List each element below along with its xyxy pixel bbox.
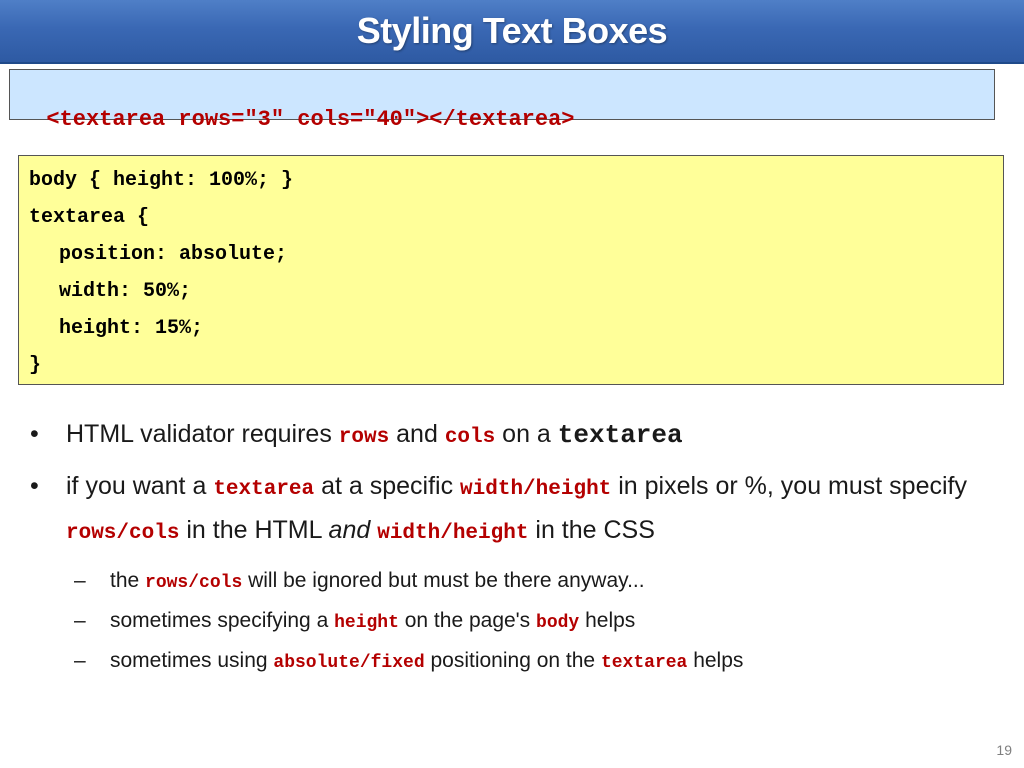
dash-icon: – (74, 569, 86, 592)
bullet-text: in pixels or %, you must specify (611, 472, 967, 500)
css-code-line: height: 15%; (59, 317, 204, 340)
bullet-text: HTML validator requires (66, 420, 339, 448)
sub-bullet-item: – the rows/cols will be ignored but must… (30, 562, 990, 602)
css-code-line: } (29, 354, 42, 377)
code-keyword: rows/cols (145, 573, 243, 593)
bullet-text: helps (687, 649, 744, 672)
bullet-text: and (389, 420, 445, 448)
bullet-text: helps (579, 609, 636, 632)
page-number: 19 (996, 742, 1012, 758)
code-keyword: height (334, 613, 399, 633)
dash-icon: – (74, 609, 86, 632)
sub-bullet-item: – sometimes using absolute/fixed positio… (30, 642, 990, 682)
bullet-dot-icon: • (30, 472, 39, 500)
bullet-text: if you want a (66, 472, 214, 500)
slide-title: Styling Text Boxes (356, 10, 668, 51)
html-code-line: <textarea rows="3" cols="40"></textarea> (46, 107, 575, 132)
css-code-line: position: absolute; (59, 243, 288, 266)
html-code-box: <textarea rows="3" cols="40"></textarea> (9, 69, 995, 132)
bullet-text: in the CSS (528, 516, 655, 544)
bullet-text: positioning on the (424, 649, 601, 672)
bullet-text: on a (495, 420, 558, 448)
code-keyword: textarea (213, 478, 315, 501)
bullet-text: will be ignored but must be there anyway… (242, 569, 645, 592)
code-keyword: width/height (377, 522, 529, 545)
code-keyword: rows/cols (66, 522, 180, 545)
bullet-list: • HTML validator requires rows and cols … (30, 414, 990, 682)
emphasis-text: and (328, 516, 371, 544)
bullet-text: the (110, 569, 146, 592)
code-keyword: textarea (600, 653, 688, 673)
bullet-text: sometimes using (110, 649, 274, 672)
css-code-line: textarea { (29, 206, 150, 229)
code-keyword: rows (338, 426, 390, 449)
dash-icon: – (74, 649, 86, 672)
code-keyword: absolute/fixed (273, 653, 425, 673)
css-code-line: body { height: 100%; } (29, 169, 294, 192)
sub-bullet-item: – sometimes specifying a height on the p… (30, 602, 990, 642)
bullet-item: • if you want a textarea at a specific w… (30, 466, 990, 554)
css-code-box: body { height: 100%; } textarea { positi… (18, 155, 1004, 385)
title-bar: Styling Text Boxes (0, 0, 1024, 64)
bullet-text: sometimes specifying a (110, 609, 335, 632)
bullet-text: on the page's (398, 609, 537, 632)
code-keyword: body (536, 613, 580, 633)
code-keyword: width/height (460, 478, 612, 501)
code-keyword: textarea (557, 420, 683, 450)
bullet-text: in the HTML (179, 516, 329, 544)
code-keyword: cols (444, 426, 496, 449)
bullet-item: • HTML validator requires rows and cols … (30, 414, 990, 458)
bullet-dot-icon: • (30, 420, 39, 448)
css-code-line: width: 50%; (59, 280, 192, 303)
bullet-text: at a specific (314, 472, 461, 500)
